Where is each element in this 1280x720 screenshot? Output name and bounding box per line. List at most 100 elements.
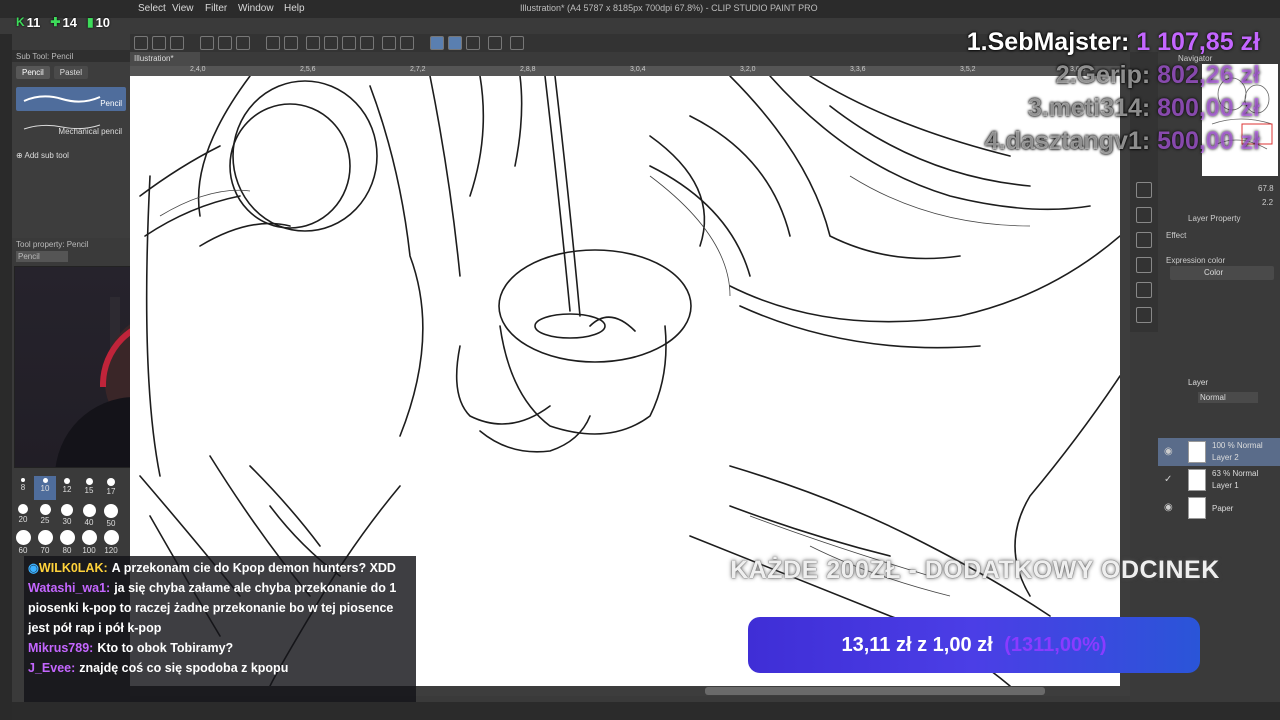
tool-property-panel: Tool property: Pencil Pencil [12,238,130,266]
ruler-tick: 2,5,6 [300,66,316,73]
eye-icon[interactable]: ◉ [1164,502,1173,513]
brush-size-option[interactable]: 8 [12,476,34,500]
tab-pastel[interactable]: Pastel [53,66,89,79]
pen-icon[interactable] [466,36,480,50]
stat-value: 14 [62,14,77,30]
brush-size-option[interactable]: 60 [12,528,34,555]
brush-size-label: 120 [104,546,118,555]
brush-size-option[interactable]: 10 [34,476,56,500]
paste-icon[interactable] [218,36,232,50]
brush-size-option[interactable]: 40 [78,502,100,527]
expression-color-dropdown[interactable]: Color [1170,266,1274,280]
grid-icon[interactable] [360,36,374,50]
ruler-tick: 2,8,8 [520,66,536,73]
tool-property-header: Tool property: Pencil [16,240,89,249]
chat-message: ◉WILK0LAK: A przekonam cie do Kpop demon … [28,558,412,578]
brush-mode2-icon[interactable] [448,36,462,50]
stream-stats: K 11 ✚ 14 ▮ 10 [0,12,110,32]
blend-mode-dropdown[interactable]: Normal [1198,392,1258,403]
chat-user: WILK0LAK: [38,561,108,575]
select-icon[interactable] [400,36,414,50]
brush-mechanical-pencil[interactable]: Mechanical pencil [16,115,126,139]
eye-icon[interactable]: ◉ [1164,446,1173,457]
scroll-thumb[interactable] [705,687,1045,695]
new-icon[interactable] [134,36,148,50]
vertical-scrollbar[interactable] [1120,66,1130,686]
brush-dot-icon [82,504,96,517]
brush-dot-icon [107,478,115,486]
brush-pencil[interactable]: Pencil [16,87,126,111]
copy-icon[interactable] [200,36,214,50]
brush-size-label: 50 [106,519,116,528]
canvas-tab[interactable]: Illustration* [130,52,200,66]
tab-pencil[interactable]: Pencil [16,66,50,79]
cut-icon[interactable] [236,36,250,50]
transform-icon[interactable] [324,36,338,50]
brush-size-option[interactable]: 30 [56,502,78,526]
ruler-icon[interactable] [488,36,502,50]
tool-strip[interactable] [0,34,12,720]
brush-dot-icon [42,478,48,483]
donor-name: 3.meti314: [1027,94,1151,122]
chat-overlay: ◉WILK0LAK: A przekonam cie do Kpop demon … [24,556,416,702]
eye-icon[interactable]: ✓ [1164,474,1172,485]
palette-icon[interactable] [1136,182,1152,198]
menu-bar: Select View Filter Window Help Illustrat… [0,0,1280,18]
redo-icon[interactable] [284,36,298,50]
chat-text: Kto to obok Tobiramy? [97,641,234,655]
brush-size-option[interactable]: 100 [78,528,100,555]
palette-icon[interactable] [1136,307,1152,323]
ruler-tick: 3,2,0 [740,66,756,73]
twitch-icon: ◉ [28,561,39,575]
menu-select[interactable]: Select [138,3,166,14]
menu-window[interactable]: Window [238,3,274,14]
menu-help[interactable]: Help [284,3,305,14]
donor-amount: 802,26 zł [1157,61,1260,89]
palette-icon[interactable] [1136,232,1152,248]
leaderboard-row: 2.Gerip: 802,26 zł [967,59,1260,92]
brush-size-option[interactable]: 120 [100,528,122,555]
layer-thumbnail [1188,497,1206,519]
undo-icon[interactable] [266,36,280,50]
donor-name: 1.SebMajster: [966,28,1130,56]
brush-size-option[interactable]: 50 [100,502,122,528]
ruler-tick: 2,7,2 [410,66,426,73]
brush-size-option[interactable]: 80 [56,528,78,555]
brush-size-option[interactable]: 15 [78,476,100,500]
palette-icon[interactable] [1136,282,1152,298]
layer-row[interactable]: ◉ Paper [1158,494,1280,522]
brush-size-option[interactable]: 17 [100,476,122,500]
layer-row[interactable]: ✓ 63 % Normal Layer 1 [1158,466,1280,494]
screen: Select View Filter Window Help Illustrat… [0,0,1280,720]
palette-icon[interactable] [1136,207,1152,223]
brush-dot-icon [103,530,119,545]
brush-size-option[interactable]: 20 [12,502,34,526]
save-icon[interactable] [170,36,184,50]
brush-label: Pencil [100,99,122,108]
settings-icon[interactable] [510,36,524,50]
brush-size-option[interactable]: 70 [34,528,56,555]
brush-size-label: 10 [40,484,50,493]
crop-icon[interactable] [382,36,396,50]
layer-thumbnail [1188,469,1206,491]
goal-title: KAŻDE 200ZŁ - DODATKOWY ODCINEK [730,556,1220,584]
spinner-icon[interactable] [306,36,320,50]
palette-icon[interactable] [1136,257,1152,273]
brush-mode-icon[interactable] [430,36,444,50]
brush-size-option[interactable]: 12 [56,476,78,500]
layer-row[interactable]: ◉ 100 % Normal Layer 2 [1158,438,1280,466]
layer-property-panel: Layer Property Effect Expression color C… [1158,212,1280,372]
donor-amount: 1 107,85 zł [1136,28,1260,56]
add-subtool-label: Add sub tool [24,151,69,160]
fill-icon[interactable] [342,36,356,50]
chat-user: J_Evee: [28,661,76,675]
open-icon[interactable] [152,36,166,50]
goal-of: z [917,634,928,656]
add-subtool-button[interactable]: ⊕ Add sub tool [12,143,130,168]
goal-target: 1,00 zł [932,634,993,656]
menu-view[interactable]: View [172,3,194,14]
brush-size-option[interactable]: 25 [34,502,56,526]
brush-size-label: 30 [62,517,72,526]
menu-filter[interactable]: Filter [205,3,227,14]
plus-icon: ✚ [50,15,61,29]
